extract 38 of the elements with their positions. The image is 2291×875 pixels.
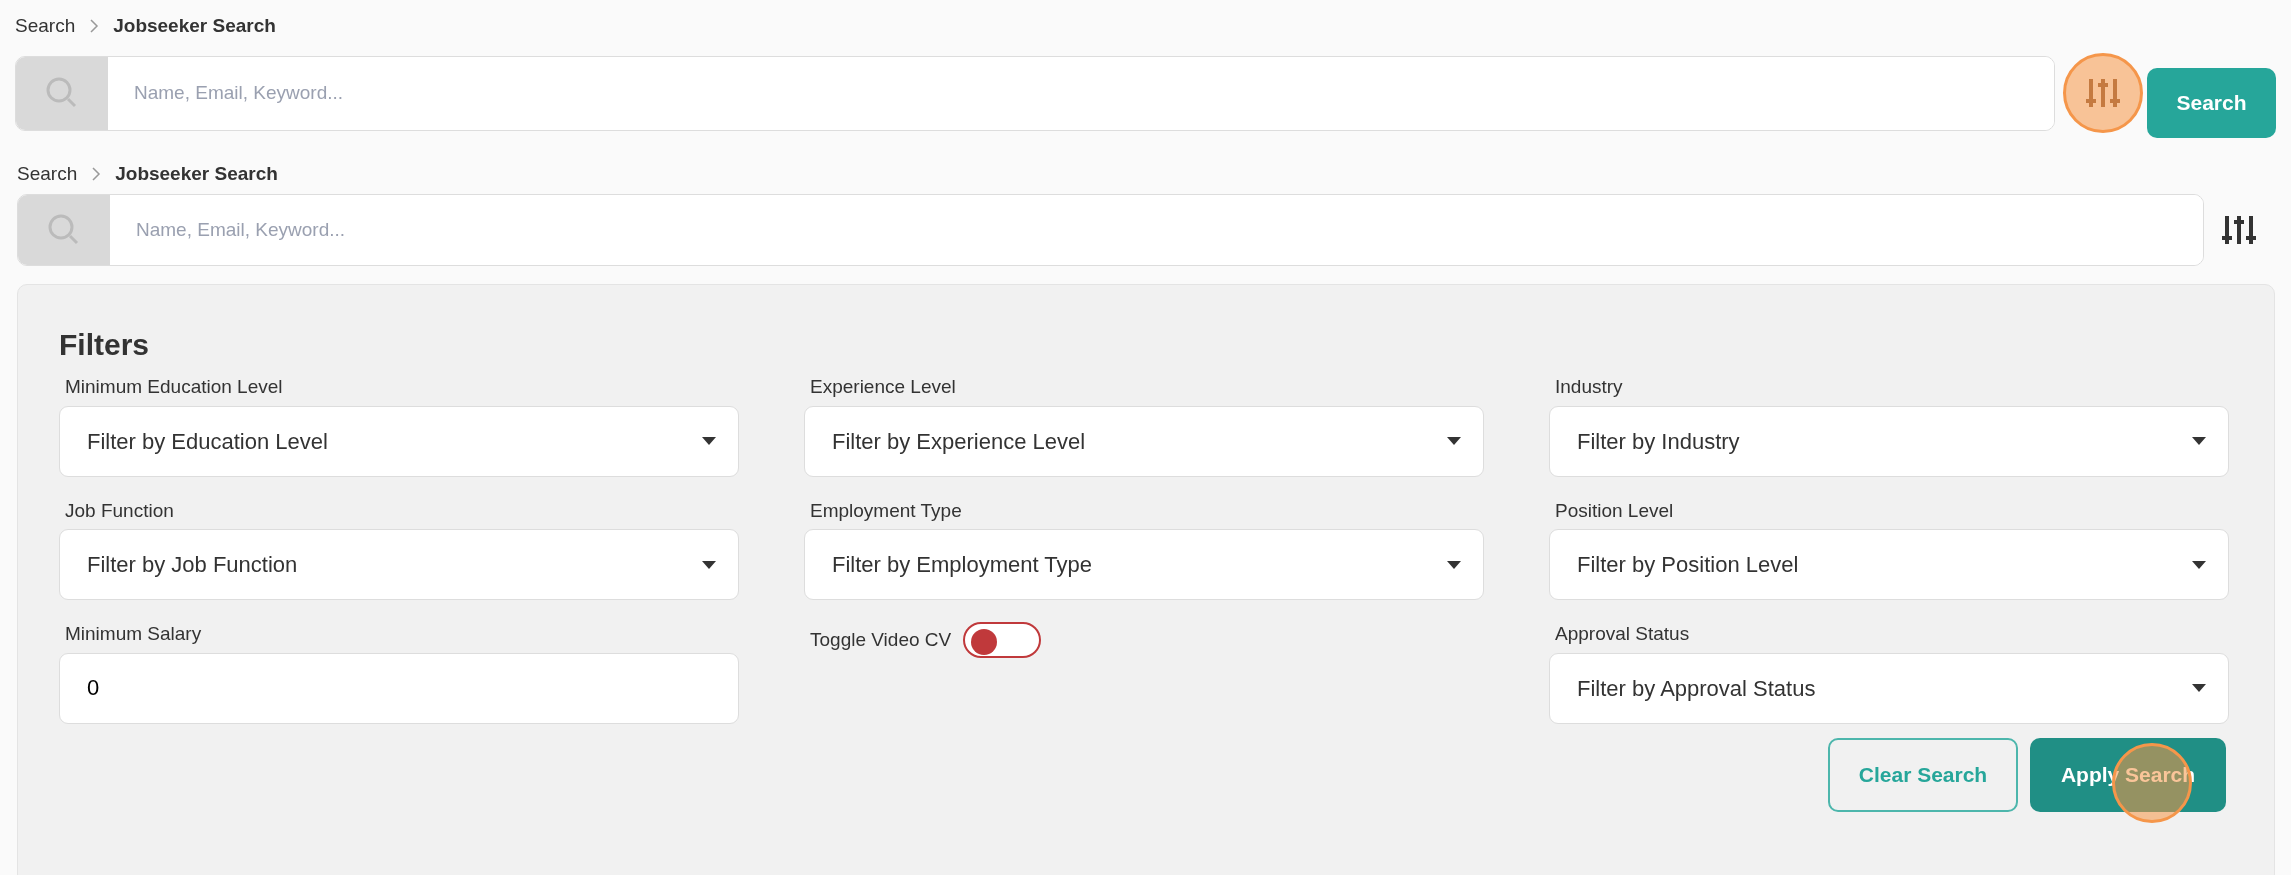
field-label: Minimum Salary: [65, 622, 202, 646]
search-field[interactable]: Name, Email, Keyword...: [17, 194, 2204, 266]
caret-icon: [1447, 437, 1461, 445]
field-label: Industry: [1555, 375, 1623, 399]
select-field[interactable]: Filter by Approval Status: [1549, 652, 2229, 724]
search-icon: [47, 213, 81, 247]
breadcrumb-current: Jobseeker Search: [115, 161, 278, 186]
search-field[interactable]: Name, Email, Keyword...: [15, 55, 2055, 131]
search-icon: [45, 76, 79, 110]
select-field[interactable]: Filter by Industry: [1549, 405, 2229, 477]
sliders-icon[interactable]: [2086, 77, 2120, 109]
field-label: Employment Type: [810, 498, 962, 523]
select-field[interactable]: Filter by Employment Type: [804, 529, 1484, 600]
panel-title: Filters: [59, 327, 151, 363]
input-field[interactable]: 0: [59, 652, 739, 724]
field-label: Position Level: [1555, 498, 1674, 523]
field-label: Experience Level: [810, 375, 956, 399]
breadcrumb-link[interactable]: Search: [15, 11, 76, 41]
caret-icon: [2192, 684, 2206, 692]
field-label: Approval Status: [1555, 622, 1690, 646]
breadcrumb-link[interactable]: Search: [17, 159, 78, 189]
sliders-icon[interactable]: [2222, 214, 2256, 246]
chevron-icon: [91, 167, 102, 181]
caret-icon: [1447, 560, 1461, 569]
toggle-switch[interactable]: [963, 622, 1042, 658]
caret-icon: [2192, 437, 2206, 445]
select-field[interactable]: Filter by Job Function: [59, 529, 739, 600]
caret-icon: [2192, 560, 2206, 569]
caret-icon: [702, 437, 716, 445]
select-field[interactable]: Filter by Education Level: [59, 405, 739, 477]
chevron-icon: [89, 19, 100, 33]
caret-icon: [702, 560, 716, 569]
breadcrumb-current: Jobseeker Search: [113, 13, 276, 38]
select-field[interactable]: Filter by Experience Level: [804, 405, 1484, 477]
field-label: Job Function: [65, 498, 174, 523]
select-field[interactable]: Filter by Position Level: [1549, 529, 2229, 600]
field-label: Minimum Education Level: [65, 375, 283, 399]
toggle-label: Toggle Video CV: [810, 627, 952, 652]
